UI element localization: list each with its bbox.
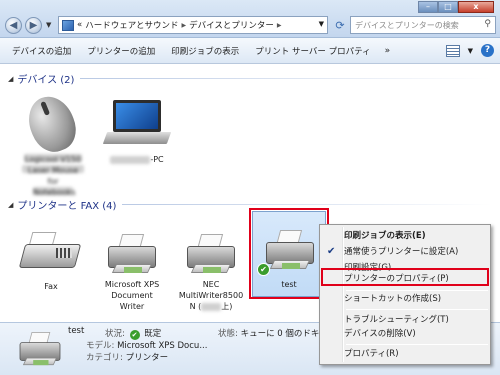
- label-line: Document: [111, 291, 153, 300]
- minimize-button[interactable]: –: [418, 1, 438, 13]
- title-bar: – □ x ◀ ▶ ▼ « ハードウェアとサウンド ▶ デバイスとプリンター ▶…: [0, 0, 500, 38]
- device-label: Microsoft XPS Document Writer: [93, 279, 171, 312]
- breadcrumb-separator-icon[interactable]: ▶: [277, 22, 282, 29]
- more-commands-button[interactable]: »: [379, 46, 397, 56]
- blurred-label-line: [201, 302, 222, 311]
- printer-icon: [185, 234, 237, 274]
- address-dropdown-icon[interactable]: ▼: [319, 20, 324, 28]
- view-print-jobs-button[interactable]: 印刷ジョブの表示: [163, 45, 247, 57]
- device-label: NEC MultiWriter8500 N ( 上): [172, 279, 250, 312]
- help-icon[interactable]: ?: [481, 44, 494, 57]
- search-input[interactable]: デバイスとプリンターの検索 ⚲: [350, 16, 496, 34]
- breadcrumb-devices-printers[interactable]: デバイスとプリンター: [189, 19, 274, 31]
- laptop-icon: [113, 100, 161, 132]
- window-controls: – □ x: [418, 1, 494, 13]
- menu-item-remove-device[interactable]: デバイスの削除(V): [322, 326, 488, 342]
- blurred-label-line: [110, 155, 151, 164]
- category-label: カテゴリ:: [86, 353, 123, 363]
- device-label: -PC: [98, 154, 176, 165]
- breadcrumb-overflow[interactable]: «: [77, 20, 82, 30]
- control-panel-icon: [62, 19, 74, 31]
- state-label: 状況:: [105, 329, 125, 339]
- checkmark-icon: ✔: [327, 246, 336, 257]
- label-line: N (: [189, 302, 202, 311]
- view-options-dropdown-icon[interactable]: ▼: [468, 47, 473, 55]
- blurred-label-line: Laser Mouse for: [22, 165, 84, 186]
- add-device-button[interactable]: デバイスの追加: [4, 45, 79, 57]
- label-line: 上): [221, 302, 233, 311]
- laptop-base: [102, 132, 172, 144]
- group-divider: [80, 78, 492, 79]
- breadcrumb-hardware-sound[interactable]: ハードウェアとサウンド: [85, 19, 178, 31]
- label-line: Writer: [119, 302, 145, 311]
- menu-item-label: 通常使うプリンターに設定(A): [344, 247, 459, 257]
- details-name: test: [68, 326, 85, 336]
- command-bar: デバイスの追加 プリンターの追加 印刷ジョブの表示 プリント サーバー プロパテ…: [0, 38, 500, 64]
- device-label: Logicool V150 Laser Mouse for Notebooks: [14, 154, 92, 198]
- printer-icon: [18, 332, 62, 366]
- mouse-icon: [21, 89, 83, 159]
- context-menu: 印刷ジョブの表示(E) ✔ 通常使うプリンターに設定(A) 印刷設定(G) プリ…: [319, 224, 491, 365]
- label-line: Microsoft XPS: [104, 280, 160, 289]
- menu-item-properties[interactable]: プロパティ(R): [322, 346, 488, 362]
- model-value: Microsoft XPS Docu...: [117, 341, 208, 351]
- blurred-label-line: Logicool V150: [24, 154, 82, 164]
- recent-pages-dropdown[interactable]: ▼: [46, 21, 51, 29]
- devices-group-title: デバイス (2): [17, 75, 75, 86]
- menu-item-create-shortcut[interactable]: ショートカットの作成(S): [322, 291, 488, 307]
- devices-group-header[interactable]: ◢ デバイス (2): [8, 71, 492, 86]
- annotation-highlight-box: [249, 208, 329, 299]
- details-model: モデル: Microsoft XPS Docu...: [86, 339, 207, 351]
- status-value: キューに 0 個のドキュ: [240, 329, 328, 339]
- add-printer-button[interactable]: プリンターの追加: [79, 45, 163, 57]
- device-label: Fax: [44, 282, 58, 291]
- label-line: MultiWriter8500: [178, 291, 244, 300]
- maximize-button[interactable]: □: [438, 1, 458, 13]
- menu-separator: [346, 309, 488, 310]
- status-label: 状態:: [218, 329, 238, 339]
- printer-icon: [106, 234, 158, 274]
- details-category: カテゴリ: プリンター: [86, 351, 168, 363]
- annotation-highlight-box: [321, 268, 489, 286]
- menu-separator: [346, 344, 488, 345]
- menu-item-view-print-jobs[interactable]: 印刷ジョブの表示(E): [322, 228, 488, 244]
- label-line: NEC: [202, 280, 220, 289]
- breadcrumb-separator-icon[interactable]: ▶: [182, 22, 187, 29]
- blurred-label-line: Notebooks: [33, 187, 76, 197]
- back-button[interactable]: ◀: [5, 17, 22, 34]
- fax-icon: [18, 232, 82, 276]
- details-status: 状態: キューに 0 個のドキュ: [218, 327, 328, 339]
- device-label-suffix: -PC: [150, 155, 164, 164]
- model-label: モデル:: [86, 341, 115, 351]
- address-bar[interactable]: « ハードウェアとサウンド ▶ デバイスとプリンター ▶ ▼: [58, 16, 328, 34]
- print-server-properties-button[interactable]: プリント サーバー プロパティ: [247, 45, 378, 57]
- printers-group-title: プリンターと FAX (4): [17, 201, 117, 212]
- forward-button[interactable]: ▶: [25, 17, 42, 34]
- state-value: 既定: [144, 329, 162, 339]
- close-button[interactable]: x: [458, 1, 494, 13]
- change-view-icon[interactable]: [445, 44, 460, 57]
- category-value: プリンター: [125, 353, 169, 363]
- refresh-icon[interactable]: ⟳: [333, 19, 347, 33]
- collapse-arrow-icon[interactable]: ◢: [8, 75, 13, 83]
- search-placeholder: デバイスとプリンターの検索: [355, 21, 459, 30]
- group-divider: [122, 204, 492, 205]
- menu-item-set-default-printer[interactable]: ✔ 通常使うプリンターに設定(A): [322, 244, 488, 260]
- collapse-arrow-icon[interactable]: ◢: [8, 201, 13, 209]
- search-icon[interactable]: ⚲: [484, 19, 491, 29]
